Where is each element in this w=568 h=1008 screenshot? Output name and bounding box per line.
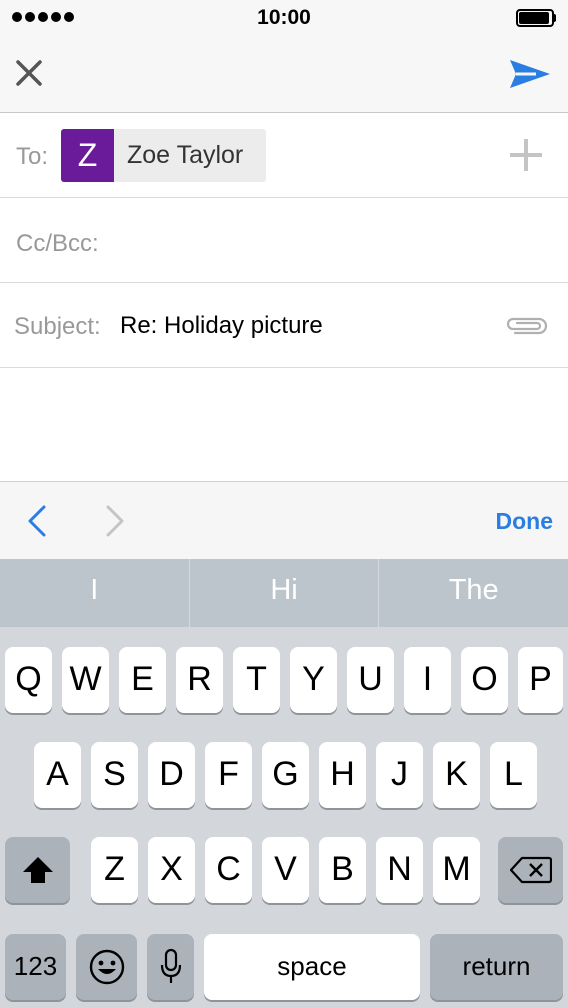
key-u[interactable]: U	[347, 647, 394, 713]
cc-bcc-field[interactable]: Cc/Bcc:	[0, 198, 568, 283]
delete-key[interactable]	[498, 837, 563, 903]
shift-icon	[22, 857, 53, 883]
prediction-suggestion[interactable]: The	[379, 559, 568, 627]
key-j[interactable]: J	[376, 742, 423, 808]
compose-nav-bar	[0, 38, 568, 113]
key-m[interactable]: M	[433, 837, 480, 903]
key-f[interactable]: F	[205, 742, 252, 808]
key-z[interactable]: Z	[91, 837, 138, 903]
microphone-icon	[160, 948, 181, 983]
key-q[interactable]: Q	[5, 647, 52, 713]
cc-bcc-label: Cc/Bcc:	[16, 230, 99, 257]
space-key[interactable]: space	[204, 934, 420, 1000]
numbers-key[interactable]: 123	[5, 934, 66, 1000]
next-field-button[interactable]	[98, 502, 130, 540]
key-d[interactable]: D	[148, 742, 195, 808]
close-button[interactable]	[8, 52, 52, 96]
paperclip-icon	[506, 317, 548, 335]
chevron-right-icon	[106, 505, 124, 537]
close-icon	[16, 60, 42, 86]
send-icon	[510, 60, 550, 88]
message-body[interactable]	[0, 369, 568, 481]
dictation-key[interactable]	[147, 934, 194, 1000]
predictive-text-bar: I Hi The	[0, 559, 568, 627]
prediction-suggestion[interactable]: Hi	[190, 559, 380, 627]
to-label: To:	[16, 143, 49, 170]
key-k[interactable]: K	[433, 742, 480, 808]
recipient-chip[interactable]: Z Zoe Taylor	[61, 129, 266, 182]
send-button[interactable]	[506, 52, 554, 96]
backspace-icon	[509, 856, 552, 884]
key-w[interactable]: W	[62, 647, 109, 713]
key-e[interactable]: E	[119, 647, 166, 713]
emoji-key[interactable]	[76, 934, 137, 1000]
to-field-row: To: Z Zoe Taylor	[0, 113, 568, 198]
return-key[interactable]: return	[430, 934, 563, 1000]
recipient-avatar: Z	[61, 129, 114, 182]
key-n[interactable]: N	[376, 837, 423, 903]
battery-icon	[516, 9, 556, 27]
add-recipient-button[interactable]	[506, 135, 546, 175]
key-o[interactable]: O	[461, 647, 508, 713]
status-bar: 10:00	[0, 0, 568, 38]
key-l[interactable]: L	[490, 742, 537, 808]
key-c[interactable]: C	[205, 837, 252, 903]
prediction-suggestion[interactable]: I	[0, 559, 190, 627]
plus-icon	[510, 139, 542, 171]
recipient-name: Zoe Taylor	[127, 141, 244, 169]
previous-field-button[interactable]	[22, 502, 54, 540]
key-y[interactable]: Y	[290, 647, 337, 713]
subject-label: Subject:	[14, 313, 101, 340]
shift-key[interactable]	[5, 837, 70, 903]
key-h[interactable]: H	[319, 742, 366, 808]
status-time: 10:00	[257, 6, 311, 29]
key-s[interactable]: S	[91, 742, 138, 808]
attach-button[interactable]	[503, 313, 549, 339]
done-button[interactable]: Done	[496, 508, 554, 535]
key-a[interactable]: A	[34, 742, 81, 808]
chevron-left-icon	[28, 505, 46, 537]
key-v[interactable]: V	[262, 837, 309, 903]
key-b[interactable]: B	[319, 837, 366, 903]
keyboard-toolbar: Done	[0, 481, 568, 560]
key-g[interactable]: G	[262, 742, 309, 808]
subject-input[interactable]: Re: Holiday picture	[120, 312, 323, 340]
subject-field[interactable]: Subject: Re: Holiday picture	[0, 283, 568, 368]
emoji-icon	[89, 949, 124, 985]
key-r[interactable]: R	[176, 647, 223, 713]
keyboard: Q W E R T Y U I O P A S D F G H J K L Z …	[0, 627, 568, 1008]
key-x[interactable]: X	[148, 837, 195, 903]
key-p[interactable]: P	[518, 647, 563, 713]
key-t[interactable]: T	[233, 647, 280, 713]
key-i[interactable]: I	[404, 647, 451, 713]
